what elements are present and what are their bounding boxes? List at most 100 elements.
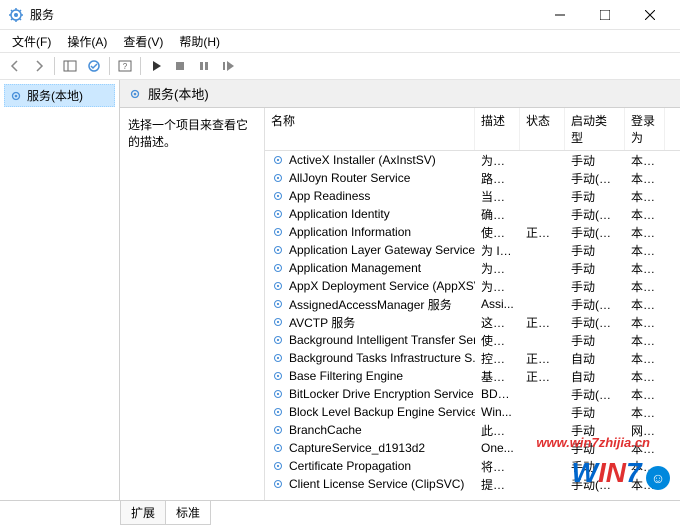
service-row[interactable]: AVCTP 服务这是...正在...手动(触发...本地服 — [265, 313, 680, 331]
service-status — [520, 249, 565, 251]
service-row[interactable]: Application Information使用...正在...手动(触发..… — [265, 223, 680, 241]
service-logon: 本地系 — [625, 295, 665, 314]
service-name: App Readiness — [289, 189, 370, 203]
minimize-button[interactable] — [537, 0, 582, 30]
gear-icon — [271, 207, 285, 221]
service-desc: 为从... — [475, 151, 520, 170]
gear-icon — [271, 279, 285, 293]
toolbar: ? — [0, 52, 680, 80]
back-button[interactable] — [4, 55, 26, 77]
service-status: 正在... — [520, 223, 565, 242]
tree-root-label: 服务(本地) — [27, 87, 83, 104]
service-row[interactable]: Block Level Backup Engine ServiceWin...手… — [265, 403, 680, 421]
service-status — [520, 393, 565, 395]
stop-button[interactable] — [169, 55, 191, 77]
col-header-desc[interactable]: 描述 — [475, 108, 520, 150]
menu-view[interactable]: 查看(V) — [115, 31, 171, 52]
service-desc: 使用... — [475, 223, 520, 242]
service-desc: Assi... — [475, 296, 520, 312]
description-pane: 选择一个项目来查看它的描述。 — [120, 108, 265, 500]
pause-button[interactable] — [193, 55, 215, 77]
service-startup: 手动(触发... — [565, 169, 625, 188]
service-status — [520, 411, 565, 413]
service-logon: 本地系 — [625, 187, 665, 206]
help-button[interactable]: ? — [114, 55, 136, 77]
service-row[interactable]: Application Layer Gateway Service为 In...… — [265, 241, 680, 259]
service-row[interactable]: AssignedAccessManager 服务 Assi... 手动(触发...本… — [265, 295, 680, 313]
service-name: Base Filtering Engine — [289, 369, 403, 383]
service-startup: 手动 — [565, 331, 625, 350]
gear-icon — [271, 333, 285, 347]
service-status — [520, 159, 565, 161]
service-logon: 本地服 — [625, 205, 665, 224]
forward-button[interactable] — [28, 55, 50, 77]
svg-text:?: ? — [123, 62, 128, 71]
service-row[interactable]: Background Intelligent Transfer Ser...使用… — [265, 331, 680, 349]
right-pane-header: 服务(本地) — [120, 80, 680, 108]
gear-icon — [271, 387, 285, 401]
service-startup: 手动(触发... — [565, 295, 625, 314]
service-name: BitLocker Drive Encryption Service — [289, 387, 474, 401]
menu-action[interactable]: 操作(A) — [59, 31, 115, 52]
service-desc: Win... — [475, 404, 520, 420]
service-name: AppX Deployment Service (AppXSV... — [289, 279, 475, 293]
service-name: CaptureService_d1913d2 — [289, 441, 425, 455]
service-desc: 使用... — [475, 331, 520, 350]
service-name: Application Identity — [289, 207, 390, 221]
menu-file[interactable]: 文件(F) — [4, 31, 59, 52]
service-name: AssignedAccessManager 服务 — [289, 296, 452, 313]
service-desc: 提供... — [475, 475, 520, 494]
show-hide-tree-button[interactable] — [59, 55, 81, 77]
service-row[interactable]: Background Tasks Infrastructure S...控制..… — [265, 349, 680, 367]
gear-icon — [271, 315, 285, 329]
service-desc: 此服... — [475, 421, 520, 440]
col-header-status[interactable]: 状态 — [520, 108, 565, 150]
tab-standard[interactable]: 标准 — [165, 501, 211, 525]
close-button[interactable] — [627, 0, 672, 30]
service-row[interactable]: Application Identity确定...手动(触发...本地服 — [265, 205, 680, 223]
service-startup: 自动 — [565, 367, 625, 386]
service-name: Client License Service (ClipSVC) — [289, 477, 464, 491]
menu-help[interactable]: 帮助(H) — [171, 31, 228, 52]
service-desc: 当用... — [475, 187, 520, 206]
service-status — [520, 465, 565, 467]
service-logon: 本地系 — [625, 385, 665, 404]
service-row[interactable]: BitLocker Drive Encryption ServiceBDE...… — [265, 385, 680, 403]
service-row[interactable]: ActiveX Installer (AxInstSV)为从...手动本地系 — [265, 151, 680, 169]
service-startup: 手动(触发... — [565, 313, 625, 332]
gear-icon — [271, 225, 285, 239]
service-status: 正在... — [520, 367, 565, 386]
restart-button[interactable] — [217, 55, 239, 77]
title-bar: 服务 — [0, 0, 680, 30]
tree-root-services[interactable]: 服务(本地) — [4, 84, 115, 107]
service-status — [520, 483, 565, 485]
service-row[interactable]: Application Management为通...手动本地系 — [265, 259, 680, 277]
tab-extended[interactable]: 扩展 — [120, 501, 166, 525]
service-logon: 本地系 — [625, 349, 665, 368]
service-status — [520, 267, 565, 269]
service-row[interactable]: AppX Deployment Service (AppXSV...为部...手… — [265, 277, 680, 295]
service-status: 正在... — [520, 349, 565, 368]
service-status — [520, 195, 565, 197]
export-button[interactable] — [83, 55, 105, 77]
col-header-name[interactable]: 名称 — [265, 108, 475, 150]
service-row[interactable]: Base Filtering Engine基本...正在...自动本地服 — [265, 367, 680, 385]
service-row[interactable]: AllJoyn Router Service路由...手动(触发...本地服 — [265, 169, 680, 187]
service-status — [520, 285, 565, 287]
start-button[interactable] — [145, 55, 167, 77]
gear-icon — [9, 89, 23, 103]
service-logon: 本地系 — [625, 259, 665, 278]
service-name: ActiveX Installer (AxInstSV) — [289, 153, 436, 167]
service-name: BranchCache — [289, 423, 362, 437]
col-header-logon[interactable]: 登录为 — [625, 108, 665, 150]
service-name: AVCTP 服务 — [289, 314, 355, 331]
service-name: Application Information — [289, 225, 411, 239]
col-header-startup[interactable]: 启动类型 — [565, 108, 625, 150]
service-status — [520, 177, 565, 179]
gear-icon — [271, 441, 285, 455]
service-startup: 手动 — [565, 187, 625, 206]
maximize-button[interactable] — [582, 0, 627, 30]
service-row[interactable]: App Readiness 当用... 手动本地系 — [265, 187, 680, 205]
service-logon: 本地系 — [625, 151, 665, 170]
service-logon: 本地系 — [625, 403, 665, 422]
